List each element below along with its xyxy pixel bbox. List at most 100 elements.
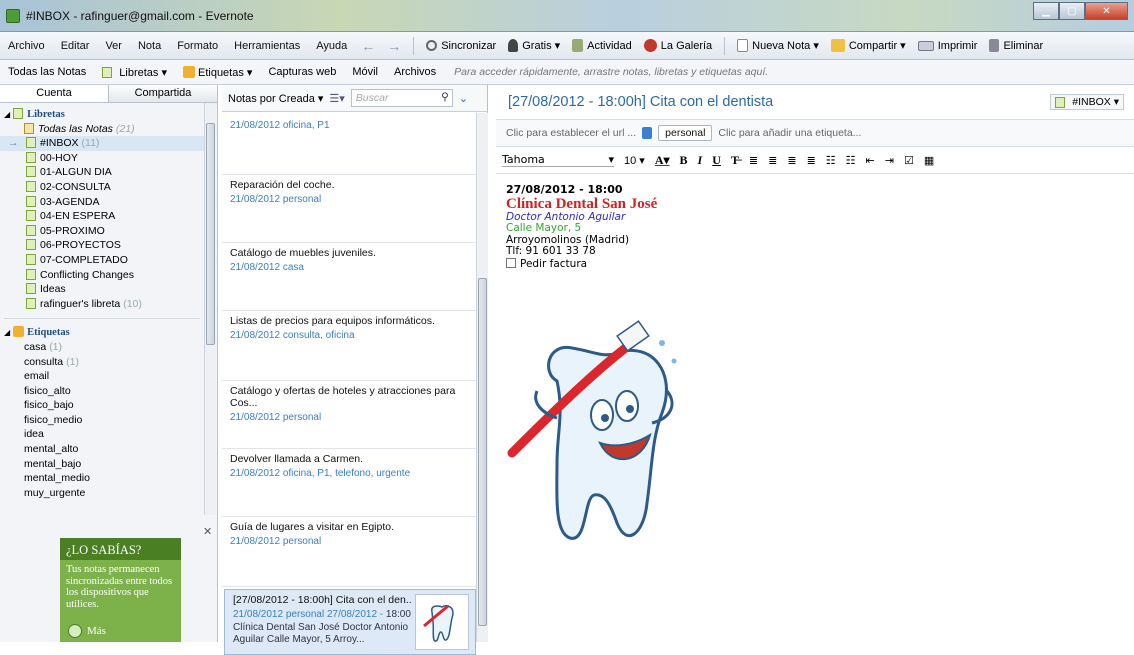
notebooks-section[interactable]: ◢ Libretas xyxy=(0,107,204,122)
close-tip-icon[interactable]: ✕ xyxy=(203,525,212,538)
notebook-label: 01-ALGUN DIA xyxy=(40,166,112,179)
sidebar-item-notebook[interactable]: rafinguer's libreta (10) xyxy=(0,297,204,312)
print-button[interactable]: Imprimir xyxy=(912,40,984,52)
share-button[interactable]: Compartir ▾ xyxy=(825,39,912,52)
add-tag-field[interactable]: Clic para añadir una etiqueta... xyxy=(718,127,861,139)
sidebar-item-tag[interactable]: fisico_alto xyxy=(0,384,204,399)
url-field[interactable]: Clic para establecer el url ... xyxy=(506,127,636,139)
activity-button[interactable]: Actividad xyxy=(566,39,638,52)
sidebar-item-tag[interactable]: mental_alto xyxy=(0,442,204,457)
sidebar-item-tag[interactable]: idea xyxy=(0,427,204,442)
note-list-item[interactable]: Listas de precios para equipos informáti… xyxy=(222,311,476,381)
checkbox[interactable] xyxy=(506,257,516,268)
notes-scrollbar[interactable] xyxy=(476,113,488,642)
font-color-button[interactable]: A▾ xyxy=(655,153,670,168)
maximize-button[interactable]: ▢ xyxy=(1059,2,1085,20)
sidebar-item-tag[interactable]: email xyxy=(0,369,204,384)
align-left-icon[interactable]: ≣ xyxy=(749,154,758,167)
sidebar-item-notebook[interactable]: 02-CONSULTA xyxy=(0,180,204,195)
minimize-button[interactable]: ▁ xyxy=(1033,2,1059,20)
sidebar-item-all-notes[interactable]: Todas las Notas (21) xyxy=(0,122,204,137)
note-body[interactable]: 27/08/2012 - 18:00 Clínica Dental San Jo… xyxy=(496,174,1134,280)
free-button[interactable]: Gratis ▾ xyxy=(502,39,566,52)
sidebar-item-notebook[interactable]: Conflicting Changes xyxy=(0,268,204,283)
nav-tags[interactable]: Etiquetas ▾ xyxy=(175,66,260,79)
sidebar-item-tag[interactable]: mental_bajo xyxy=(0,457,204,472)
notebook-selector[interactable]: #INBOX ▾ xyxy=(1050,94,1124,110)
search-dropdown-icon[interactable]: ⌄ xyxy=(459,92,468,105)
sidebar-item-notebook[interactable]: 05-PROXIMO xyxy=(0,224,204,239)
note-list-item[interactable]: Catálogo de muebles juveniles. 21/08/2012… xyxy=(222,243,476,311)
sidebar-item-tag[interactable]: fisico_bajo xyxy=(0,398,204,413)
align-center-icon[interactable]: ≣ xyxy=(768,154,777,167)
tag-chip[interactable]: personal xyxy=(658,125,713,141)
note-list-item[interactable]: Devolver llamada a Carmen. 21/08/2012 ofi… xyxy=(222,449,476,517)
note-list-item[interactable]: Catálogo y ofertas de hoteles y atraccio… xyxy=(222,381,476,449)
tab-account[interactable]: Cuenta xyxy=(0,85,109,102)
numbered-list-icon[interactable]: ☷ xyxy=(846,154,856,167)
checkbox-icon[interactable]: ☑ xyxy=(904,154,914,167)
close-window-button[interactable]: ✕ xyxy=(1085,2,1128,20)
note-list-item-selected[interactable]: [27/08/2012 - 18:00h] Cita con el den...… xyxy=(224,589,476,655)
menu-ayuda[interactable]: Ayuda xyxy=(308,40,355,52)
sidebar-item-notebook[interactable]: → #INBOX (11) xyxy=(0,136,204,151)
delete-button[interactable]: Eliminar xyxy=(983,39,1049,52)
sync-button[interactable]: Sincronizar xyxy=(420,40,502,52)
outdent-icon[interactable]: ⇤ xyxy=(866,154,875,167)
expand-arrow-icon: ◢ xyxy=(4,110,11,119)
sync-icon xyxy=(426,40,438,51)
tags-section[interactable]: ◢ Etiquetas xyxy=(0,325,204,340)
view-options-icon[interactable]: ☰▾ xyxy=(329,92,344,105)
menu-formato[interactable]: Formato xyxy=(169,40,226,52)
nav-notebooks[interactable]: Libretas ▾ xyxy=(94,66,175,79)
sort-dropdown[interactable]: Notas por Creada ▾ xyxy=(228,92,323,105)
sidebar-item-tag[interactable]: casa (1) xyxy=(0,340,204,355)
sidebar-item-tag[interactable]: fisico_medio xyxy=(0,413,204,428)
sidebar-item-notebook[interactable]: 04-EN ESPERA xyxy=(0,209,204,224)
sidebar-item-notebook[interactable]: Ideas xyxy=(0,282,204,297)
note-list-item[interactable]: Guía de lugares a visitar en Egipto. 21/0… xyxy=(222,517,476,587)
italic-button[interactable]: I xyxy=(698,153,703,168)
nav-files[interactable]: Archivos xyxy=(386,66,444,78)
align-justify-icon[interactable]: ≣ xyxy=(807,154,816,167)
menu-herramientas[interactable]: Herramientas xyxy=(226,40,308,52)
menu-archivo[interactable]: Archivo xyxy=(0,40,53,52)
body-checkbox-row[interactable]: Pedir factura xyxy=(506,257,1124,271)
underline-button[interactable]: U xyxy=(712,153,721,168)
back-button[interactable]: ← xyxy=(355,38,381,54)
nav-all-notes[interactable]: Todas las Notas xyxy=(0,66,94,78)
sidebar-item-notebook[interactable]: 01-ALGUN DIA xyxy=(0,165,204,180)
new-note-icon xyxy=(737,39,749,52)
sidebar-item-notebook[interactable]: 07-COMPLETADO xyxy=(0,253,204,268)
strikethrough-button[interactable]: T̶ xyxy=(731,153,739,168)
search-input[interactable]: Buscar ⚲ xyxy=(350,89,453,107)
sidebar-item-notebook[interactable]: 06-PROYECTOS xyxy=(0,238,204,253)
search-icon[interactable]: ⚲ xyxy=(441,91,449,103)
sidebar-item-notebook[interactable]: 03-AGENDA xyxy=(0,195,204,210)
gallery-button[interactable]: La Galería xyxy=(638,39,718,52)
sidebar-scrollbar[interactable] xyxy=(204,103,216,515)
table-icon[interactable]: ▦ xyxy=(924,154,934,167)
note-title[interactable]: [27/08/2012 - 18:00h] Cita con el dentis… xyxy=(496,85,1134,120)
bullet-list-icon[interactable]: ☷ xyxy=(826,154,836,167)
indent-icon[interactable]: ⇥ xyxy=(885,154,894,167)
note-list-item[interactable]: 21/08/2012 oficina, P1 xyxy=(222,113,476,175)
sidebar-item-tag[interactable]: consulta (1) xyxy=(0,355,204,370)
sidebar-item-notebook[interactable]: 00-HOY xyxy=(0,151,204,166)
new-note-button[interactable]: Nueva Nota ▾ xyxy=(731,39,825,52)
menu-editar[interactable]: Editar xyxy=(53,40,98,52)
nav-web-clips[interactable]: Capturas web xyxy=(260,66,344,78)
bold-button[interactable]: B xyxy=(680,153,688,168)
sidebar-item-tag[interactable]: mental_medio xyxy=(0,471,204,486)
sidebar-item-tag[interactable]: muy_urgente xyxy=(0,486,204,501)
nav-mobile[interactable]: Móvil xyxy=(344,66,386,78)
font-size-select[interactable]: 10 ▾ xyxy=(624,154,645,167)
note-list-item[interactable]: Reparación del coche. 21/08/2012 personal xyxy=(222,175,476,243)
tip-more-link[interactable]: Más xyxy=(68,624,106,638)
tab-shared[interactable]: Compartida xyxy=(109,85,217,102)
menu-ver[interactable]: Ver xyxy=(97,40,130,52)
align-right-icon[interactable]: ≣ xyxy=(787,154,796,167)
menu-nota[interactable]: Nota xyxy=(130,40,169,52)
forward-button[interactable]: → xyxy=(381,38,407,54)
font-select[interactable]: Tahoma ▾ xyxy=(502,153,614,167)
